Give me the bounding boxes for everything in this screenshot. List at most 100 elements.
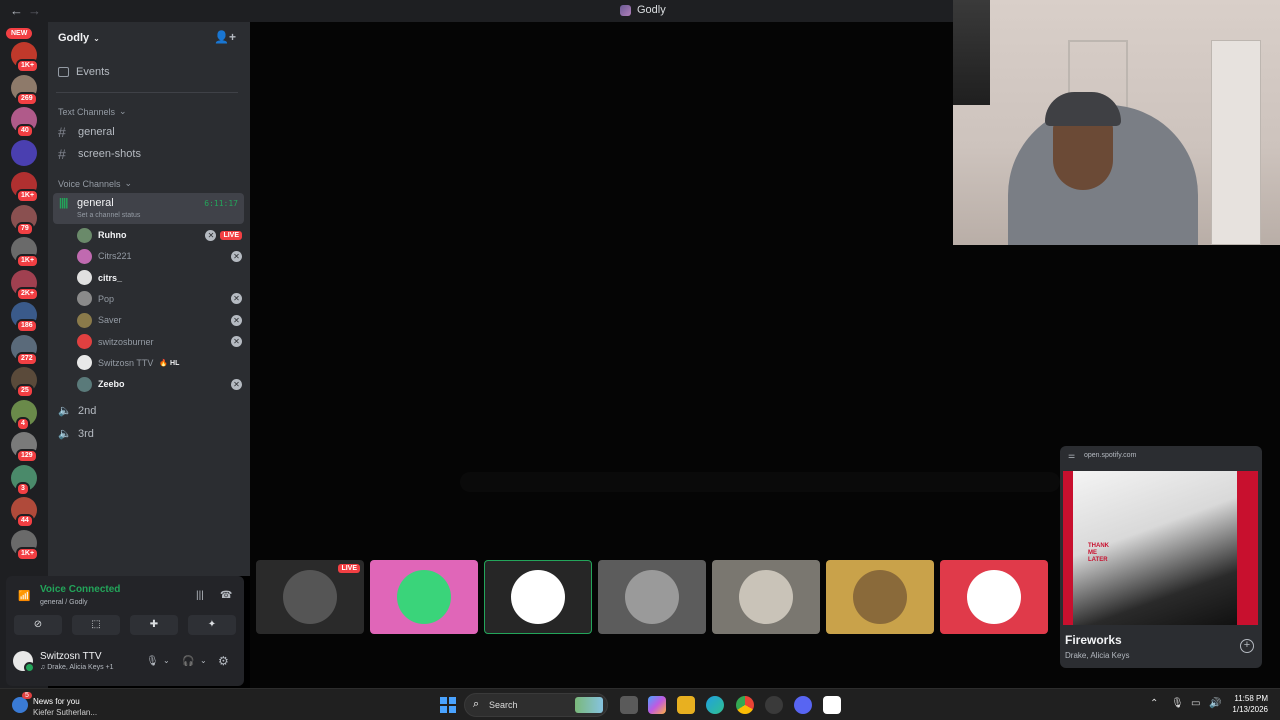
chevron-down-icon[interactable]: ⌄ — [163, 656, 170, 665]
voice-connection-panel: 📶 Voice Connected general / Godly ||| ☎ … — [6, 576, 244, 686]
participant-tile[interactable] — [712, 560, 820, 634]
avatar[interactable] — [77, 270, 92, 286]
voice-member[interactable]: citrs_ — [77, 269, 242, 287]
channel-label: 3rd — [78, 427, 94, 440]
participant-tile[interactable]: LIVE — [256, 560, 364, 634]
spotify-url[interactable]: open.spotify.com — [1084, 452, 1136, 459]
weather-icon — [12, 697, 28, 713]
voice-member[interactable]: Citrs221 ✕ — [77, 247, 242, 265]
avatar — [511, 570, 565, 624]
voice-member[interactable]: Ruhno ✕ LIVE — [77, 226, 242, 244]
member-name: switzosburner — [98, 336, 154, 347]
voice-member[interactable]: Saver ✕ — [77, 311, 242, 329]
settings-icon[interactable]: ⚌ — [1068, 451, 1075, 460]
gear-icon[interactable]: ⚙ — [218, 654, 229, 668]
album-cover[interactable]: THANK ME LATER — [1063, 471, 1258, 625]
webcam-feed[interactable] — [953, 0, 1280, 245]
noise-suppression-icon[interactable]: ||| — [196, 590, 204, 601]
stream-overlay — [460, 472, 1060, 492]
taskbar: 5 News for you Kiefer Sutherlan... ⌕ Sea… — [0, 688, 1280, 720]
user-name: Switzosn TTV — [40, 651, 102, 662]
capcut-icon[interactable] — [823, 696, 841, 714]
clock[interactable]: 11:58 PM 1/13/2026 — [1232, 693, 1268, 715]
settings-app-icon[interactable] — [765, 696, 783, 714]
voice-member[interactable]: Switzosn TTV 🔥 HL — [77, 354, 242, 372]
voice-member[interactable]: Zeebo ✕ — [77, 375, 242, 393]
signal-icon[interactable]: 📶 — [18, 591, 30, 602]
activities-button[interactable]: ✚ — [130, 615, 178, 635]
edge-icon[interactable] — [706, 696, 724, 714]
mention-badge: 1K+ — [16, 59, 40, 73]
calendar-icon — [58, 67, 69, 77]
voice-channel-general[interactable]: |||| general 6:11:17 Set a channel statu… — [53, 193, 244, 224]
microphone-icon[interactable]: 🎙 — [1171, 698, 1184, 709]
avatar[interactable] — [77, 291, 92, 307]
text-channels-category[interactable]: Text Channels ⌄ — [58, 106, 127, 117]
soundboard-button[interactable]: ✦ — [188, 615, 236, 635]
server-header[interactable]: Godly ⌄ 👤+ — [48, 22, 250, 54]
member-name: citrs_ — [98, 272, 123, 283]
avatar — [625, 570, 679, 624]
avatar[interactable] — [77, 376, 92, 392]
add-icon[interactable]: + — [1240, 639, 1254, 653]
chrome-icon[interactable] — [736, 696, 754, 714]
volume-icon[interactable]: 🔊 — [1209, 698, 1221, 709]
search-bar[interactable]: ⌕ Search — [464, 693, 608, 717]
voice-location[interactable]: general / Godly — [40, 599, 87, 606]
disconnect-icon[interactable]: ☎ — [220, 590, 232, 601]
back-icon[interactable]: ← — [10, 3, 23, 18]
member-indicators: ✕ LIVE — [205, 229, 242, 241]
avatar[interactable] — [13, 651, 35, 673]
avatar[interactable] — [77, 334, 92, 349]
participant-tile[interactable] — [370, 560, 478, 634]
avatar[interactable] — [77, 312, 92, 328]
song-artist[interactable]: Drake, Alicia Keys — [1065, 651, 1129, 660]
voice-connected-status[interactable]: Voice Connected — [40, 584, 120, 595]
chevron-up-icon[interactable]: ⌃ — [1150, 698, 1158, 709]
channel-general[interactable]: # general — [58, 124, 115, 140]
battery-icon[interactable]: ▭ — [1191, 698, 1200, 709]
participant-tile[interactable] — [598, 560, 706, 634]
spotify-card[interactable]: ⚌ open.spotify.com THANK ME LATER Firewo… — [1060, 446, 1262, 668]
song-title[interactable]: Fireworks — [1065, 633, 1122, 647]
voice-member[interactable]: Pop ✕ — [77, 290, 242, 308]
voice-member[interactable]: switzosburner ✕ — [77, 333, 242, 351]
avatar[interactable] — [77, 227, 92, 243]
user-activity: ♫ Drake, Alicia Keys +1 — [40, 664, 114, 671]
server-icon[interactable] — [11, 139, 37, 166]
channel-label: 2nd — [78, 404, 97, 417]
voice-channel-2nd[interactable]: 🔈 2nd — [58, 404, 97, 418]
clock-time: 11:58 PM — [1234, 694, 1268, 703]
events-link[interactable]: Events — [58, 66, 110, 78]
participant-tile[interactable] — [940, 560, 1048, 634]
voice-channel-3rd[interactable]: 🔈 3rd — [58, 427, 94, 441]
avatar[interactable] — [77, 355, 92, 371]
windows-start-icon[interactable] — [440, 697, 456, 713]
member-name: Pop — [98, 293, 115, 304]
mention-badge: 4 — [16, 416, 30, 431]
chevron-down-icon: ⌄ — [119, 106, 127, 116]
camera-off-button[interactable]: ⊘ — [14, 615, 62, 635]
microphone-icon[interactable]: 🎙 — [146, 656, 159, 667]
avatar[interactable] — [77, 248, 92, 264]
task-view-icon[interactable] — [620, 696, 638, 714]
file-explorer-icon[interactable] — [677, 696, 695, 714]
discord-icon[interactable] — [794, 696, 812, 714]
screen-share-button[interactable]: ⬚ — [72, 615, 120, 635]
member-indicators: ✕ — [231, 250, 242, 262]
channel-status-link[interactable]: Set a channel status — [77, 212, 140, 219]
user-panel[interactable]: Switzosn TTV ♫ Drake, Alicia Keys +1 🎙 ⌄… — [6, 646, 244, 680]
voice-channels-category[interactable]: Voice Channels ⌄ — [58, 178, 132, 189]
member-name: Zeebo — [98, 379, 125, 390]
headphones-icon[interactable]: 🎧 — [182, 656, 194, 667]
participant-tile[interactable] — [826, 560, 934, 634]
channel-screen-shots[interactable]: # screen-shots — [58, 146, 141, 162]
member-name: Citrs221 — [98, 251, 132, 262]
chevron-down-icon[interactable]: ⌄ — [200, 656, 207, 665]
mention-badge: 1K+ — [16, 546, 40, 561]
news-widget[interactable]: 5 News for you Kiefer Sutherlan... — [12, 692, 132, 717]
participant-tile[interactable] — [484, 560, 592, 634]
invite-people-icon[interactable]: 👤+ — [214, 30, 236, 44]
forward-icon[interactable]: → — [28, 3, 41, 18]
copilot-icon[interactable] — [648, 696, 666, 714]
